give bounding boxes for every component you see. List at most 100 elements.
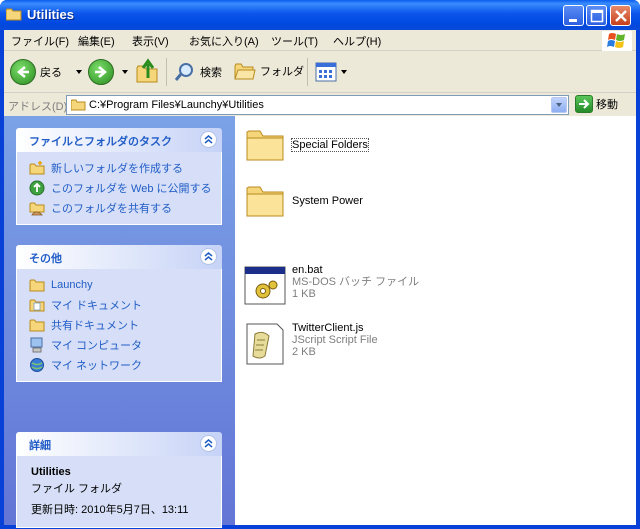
- address-label: アドレス(D): [8, 101, 68, 113]
- menu-help[interactable]: ヘルプ(H): [333, 33, 381, 49]
- file-folder-tasks-panel: ファイルとフォルダのタスク 新しいフォルダを作成する このフォルダを Web に…: [16, 128, 222, 225]
- maximize-icon: [590, 9, 604, 23]
- address-dropdown-button[interactable]: [551, 97, 567, 113]
- script-file-icon: [246, 323, 284, 365]
- panel-body: 新しいフォルダを作成する このフォルダを Web に公開する このフォルダを共有…: [16, 152, 222, 225]
- task-new-folder[interactable]: 新しいフォルダを作成する: [29, 158, 221, 178]
- file-item-special-folders[interactable]: Special Folders: [243, 122, 369, 166]
- file-meta: System Power: [292, 178, 363, 207]
- folder-icon: [6, 8, 22, 21]
- new-folder-icon: [29, 161, 45, 175]
- panel-header[interactable]: 詳細: [16, 432, 222, 456]
- panel-header[interactable]: その他: [16, 245, 222, 269]
- address-input[interactable]: C:¥Program Files¥Launchy¥Utilities: [66, 95, 569, 115]
- panel-title: その他: [29, 253, 62, 265]
- file-type: JScript Script File: [292, 334, 378, 346]
- panel-header[interactable]: ファイルとフォルダのタスク: [16, 128, 222, 152]
- place-my-network[interactable]: マイ ネットワーク: [29, 355, 221, 375]
- task-pane: ファイルとフォルダのタスク 新しいフォルダを作成する このフォルダを Web に…: [4, 116, 235, 528]
- folders-button[interactable]: フォルダ: [234, 61, 304, 81]
- file-name: TwitterClient.js: [292, 322, 364, 334]
- web-publish-icon: [29, 180, 45, 196]
- forward-dropdown-icon[interactable]: [122, 70, 128, 74]
- up-folder-button[interactable]: [135, 58, 159, 84]
- file-name: en.bat: [292, 264, 323, 276]
- search-button[interactable]: 検索: [174, 61, 222, 83]
- menu-tools[interactable]: ツール(T): [271, 33, 318, 49]
- menu-bar: ファイル(F) 編集(E) 表示(V) お気に入り(A) ツール(T) ヘルプ(…: [4, 30, 636, 51]
- file-type: MS-DOS バッチ ファイル: [292, 276, 420, 288]
- file-meta: en.bat MS-DOS バッチ ファイル 1 KB: [292, 264, 419, 300]
- address-value: C:¥Program Files¥Launchy¥Utilities: [89, 99, 264, 111]
- search-icon: [174, 63, 193, 81]
- folder-icon: [71, 99, 86, 111]
- menu-favorites[interactable]: お気に入り(A): [189, 33, 259, 49]
- back-label: 戻る: [40, 67, 62, 79]
- place-label: Launchy: [51, 279, 93, 291]
- chevron-down-icon: [556, 103, 562, 107]
- up-folder-icon: [136, 58, 158, 83]
- menu-view[interactable]: 表示(V): [132, 33, 169, 49]
- place-label: マイ ネットワーク: [51, 360, 143, 372]
- collapse-button[interactable]: [200, 248, 217, 265]
- file-item-system-power[interactable]: System Power: [243, 178, 363, 222]
- close-icon: [615, 10, 627, 22]
- forward-arrow-icon: [88, 59, 114, 85]
- folder-icon: [246, 186, 284, 217]
- minimize-button[interactable]: [563, 5, 584, 26]
- place-shared-documents[interactable]: 共有ドキュメント: [29, 315, 221, 335]
- back-arrow-icon: [10, 59, 36, 85]
- go-arrow-icon: [575, 95, 593, 113]
- go-label: 移動: [596, 98, 618, 111]
- task-share-folder[interactable]: このフォルダを共有する: [29, 198, 221, 218]
- views-icon: [315, 62, 337, 82]
- panel-title: ファイルとフォルダのタスク: [29, 136, 172, 148]
- file-meta: TwitterClient.js JScript Script File 2 K…: [292, 322, 378, 358]
- details-panel: 詳細 Utilities ファイル フォルダ 更新日時: 2010年5月7日、1…: [16, 432, 222, 528]
- file-item-twitterclient-js[interactable]: TwitterClient.js JScript Script File 2 K…: [243, 322, 378, 366]
- panel-title: 詳細: [29, 440, 51, 452]
- menu-edit[interactable]: 編集(E): [78, 33, 115, 49]
- task-publish-web[interactable]: このフォルダを Web に公開する: [29, 178, 221, 198]
- my-computer-icon: [30, 337, 43, 353]
- folders-icon: [234, 63, 256, 80]
- file-meta: Special Folders: [291, 122, 369, 152]
- place-launchy[interactable]: Launchy: [29, 275, 221, 295]
- detail-type: ファイル フォルダ: [31, 483, 123, 495]
- go-button[interactable]: 移動: [575, 95, 618, 113]
- place-my-documents[interactable]: マイ ドキュメント: [29, 295, 221, 315]
- file-size: 2 KB: [292, 346, 316, 358]
- title-bar[interactable]: Utilities: [0, 0, 640, 30]
- task-label: 新しいフォルダを作成する: [51, 163, 183, 175]
- file-size: 1 KB: [292, 288, 316, 300]
- place-my-computer[interactable]: マイ コンピュータ: [29, 335, 221, 355]
- menu-file[interactable]: ファイル(F): [11, 33, 69, 49]
- collapse-button[interactable]: [200, 435, 217, 452]
- forward-button[interactable]: [88, 59, 128, 85]
- collapse-button[interactable]: [200, 131, 217, 148]
- close-button[interactable]: [610, 5, 631, 26]
- back-dropdown-icon[interactable]: [76, 70, 82, 74]
- other-places-panel: その他 Launchy マイ ドキュメント 共有ドキュメント マイ コンピュータ…: [16, 245, 222, 382]
- back-button[interactable]: 戻る: [10, 59, 82, 85]
- panel-body: Utilities ファイル フォルダ 更新日時: 2010年5月7日、13:1…: [16, 456, 222, 528]
- panel-body: Launchy マイ ドキュメント 共有ドキュメント マイ コンピュータ マイ …: [16, 269, 222, 382]
- place-label: 共有ドキュメント: [51, 320, 139, 332]
- minimize-icon: [569, 19, 577, 22]
- folder-icon: [246, 130, 284, 161]
- windows-logo-icon: [602, 31, 632, 51]
- views-button[interactable]: [315, 62, 347, 82]
- chevron-up-icon: [204, 252, 213, 261]
- chevron-up-icon: [204, 439, 213, 448]
- file-item-en-bat[interactable]: en.bat MS-DOS バッチ ファイル 1 KB: [243, 264, 419, 308]
- shared-documents-icon: [29, 319, 45, 332]
- my-documents-icon: [29, 299, 45, 312]
- batch-file-icon: [244, 266, 286, 305]
- file-name: Special Folders: [291, 138, 369, 152]
- explorer-window: Utilities ファイル(F) 編集(E) 表示(V) お気に入り(A) ツ…: [0, 0, 640, 529]
- maximize-button[interactable]: [586, 5, 607, 26]
- file-list[interactable]: Special Folders System Power en.bat MS-D…: [235, 116, 636, 525]
- task-label: このフォルダを共有する: [51, 203, 172, 215]
- views-dropdown-icon: [341, 70, 347, 74]
- window-client: ファイル(F) 編集(E) 表示(V) お気に入り(A) ツール(T) ヘルプ(…: [4, 30, 636, 528]
